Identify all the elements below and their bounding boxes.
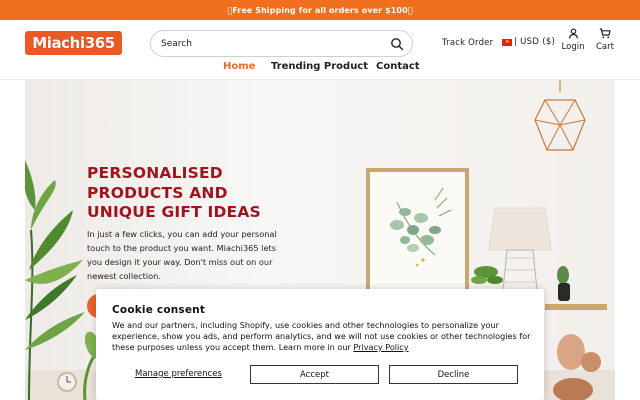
accept-button[interactable]: Accept — [250, 365, 379, 384]
decline-button[interactable]: Decline — [389, 365, 518, 384]
flag-icon — [502, 38, 512, 46]
nav-home[interactable]: Home — [223, 61, 255, 72]
logo[interactable]: Miachi365 — [25, 31, 122, 55]
nav-contact[interactable]: Contact — [376, 61, 420, 72]
cookie-body: We and our partners, including Shopify, … — [112, 320, 537, 353]
hero-description: In just a few clicks, you can add your p… — [87, 229, 277, 281]
search-input[interactable] — [161, 36, 381, 52]
framed-print-illustration — [366, 168, 469, 300]
login-label: Login — [561, 42, 585, 52]
pendant-lamp-illustration — [534, 80, 586, 151]
search-bar[interactable] — [150, 30, 413, 57]
hero-title: PERSONALISED PRODUCTS AND UNIQUE GIFT ID… — [87, 164, 261, 221]
user-icon — [568, 28, 578, 39]
announcement-bar:  Free Shipping for all orders over $100  — [0, 0, 640, 20]
site-header: Miachi365 Track Order | USD ($) Login Ca… — [0, 20, 640, 80]
cart-label: Cart — [596, 42, 614, 52]
cookie-consent-dialog: Cookie consent We and our partners, incl… — [96, 289, 544, 400]
cookie-body-text: We and our partners, including Shopify, … — [112, 320, 531, 352]
cookie-title: Cookie consent — [112, 304, 206, 316]
cart-link[interactable]: Cart — [590, 28, 620, 52]
cart-icon — [599, 28, 611, 39]
logo-text: Miachi365 — [32, 34, 115, 52]
login-link[interactable]: Login — [558, 28, 588, 52]
currency-label: | USD ($) — [514, 37, 556, 47]
currency-selector[interactable]: | USD ($) — [502, 37, 555, 47]
search-icon[interactable] — [390, 37, 404, 51]
announcement-text:  Free Shipping for all orders over $100  — [227, 5, 413, 15]
privacy-policy-link[interactable]: Privacy Policy — [353, 342, 408, 352]
nav-trending-product[interactable]: Trending Product — [271, 61, 368, 72]
manage-preferences-link[interactable]: Manage preferences — [135, 369, 222, 379]
track-order-link[interactable]: Track Order — [442, 38, 493, 48]
